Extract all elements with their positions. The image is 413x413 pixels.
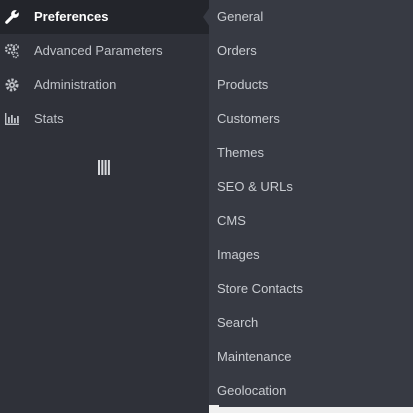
submenu-pointer	[203, 7, 210, 27]
submenu-item-general[interactable]: General	[217, 6, 407, 28]
wrench-icon	[5, 10, 19, 24]
submenu-item-images[interactable]: Images	[217, 244, 407, 266]
submenu-item-orders[interactable]: Orders	[217, 40, 407, 62]
vertical-bars-icon[interactable]	[98, 160, 110, 175]
sidebar-item-administration[interactable]: Administration	[0, 68, 209, 102]
submenu-item-products[interactable]: Products	[217, 74, 407, 96]
submenu-item-customers[interactable]: Customers	[217, 108, 407, 130]
bar-chart-icon	[5, 113, 19, 125]
preferences-submenu: General Orders Products Customers Themes…	[209, 0, 413, 407]
sidebar-item-preferences[interactable]: Preferences	[0, 0, 209, 34]
sidebar-item-label: Administration	[34, 77, 117, 92]
submenu-item-seo-urls[interactable]: SEO & URLs	[217, 176, 407, 198]
submenu-item-store-contacts[interactable]: Store Contacts	[217, 278, 407, 300]
submenu-item-geolocation[interactable]: Geolocation	[217, 380, 407, 402]
submenu-item-cms[interactable]: CMS	[217, 210, 407, 232]
sidebar-item-advanced-parameters[interactable]: Advanced Parameters	[0, 34, 209, 68]
main-sidebar: Preferences Advanced Parameters Administ…	[0, 0, 209, 413]
page-background-strip	[209, 407, 413, 413]
page-background-notch	[209, 405, 219, 413]
sidebar-item-stats[interactable]: Stats	[0, 102, 209, 136]
sidebar-item-label: Preferences	[34, 9, 109, 24]
sidebar-item-label: Advanced Parameters	[34, 43, 163, 58]
submenu-item-themes[interactable]: Themes	[217, 142, 407, 164]
gears-icon	[4, 43, 20, 59]
sidebar-item-label: Stats	[34, 111, 64, 126]
submenu-item-maintenance[interactable]: Maintenance	[217, 346, 407, 368]
submenu-item-search[interactable]: Search	[217, 312, 407, 334]
gear-icon	[5, 78, 19, 92]
